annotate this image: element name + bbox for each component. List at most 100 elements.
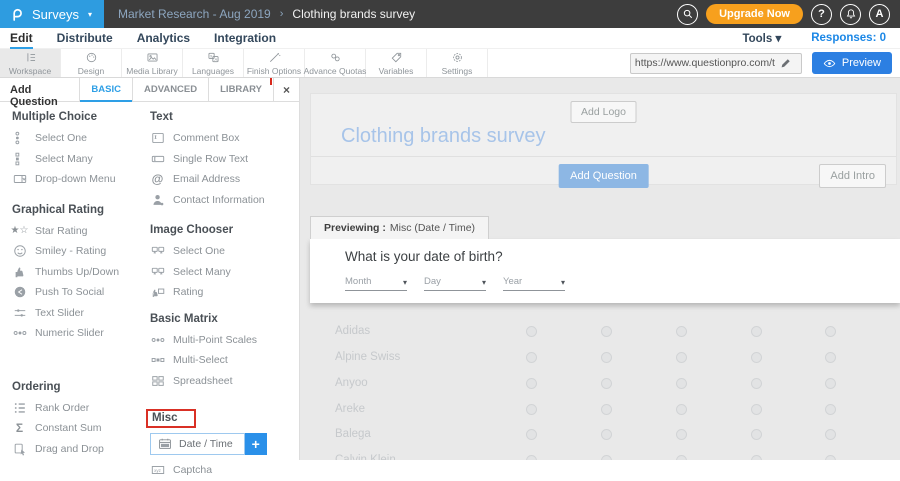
matrix-radio[interactable] bbox=[825, 352, 836, 363]
qtype-drag-and-drop[interactable]: Drag and Drop bbox=[12, 439, 150, 460]
notifications-button[interactable] bbox=[840, 4, 861, 25]
qtype-image-select-one[interactable]: Select One bbox=[150, 241, 298, 262]
app-logo-surveys-menu[interactable]: Surveys ▾ bbox=[0, 0, 104, 28]
day-select[interactable]: Day ▾ bbox=[424, 276, 486, 291]
toolbar-tab-media-library[interactable]: Media Library bbox=[122, 49, 183, 77]
nav-item-distribute[interactable]: Distribute bbox=[57, 31, 113, 45]
survey-title[interactable]: Clothing brands survey bbox=[341, 125, 546, 148]
matrix-radio[interactable] bbox=[526, 455, 537, 460]
matrix-radio[interactable] bbox=[751, 429, 762, 440]
nav-item-integration[interactable]: Integration bbox=[214, 31, 276, 45]
tab-advanced[interactable]: ADVANCED bbox=[132, 78, 208, 101]
chevron-down-icon: ▾ bbox=[482, 278, 486, 287]
tab-library[interactable]: LIBRARY bbox=[208, 78, 273, 101]
toolbar-tab-workspace[interactable]: Workspace bbox=[0, 49, 61, 77]
matrix-radio[interactable] bbox=[601, 378, 612, 389]
add-intro-button[interactable]: Add Intro bbox=[819, 164, 886, 188]
qtype-captcha[interactable]: xyz Captcha bbox=[150, 460, 298, 481]
year-select[interactable]: Year ▾ bbox=[503, 276, 565, 291]
svg-text:xyz: xyz bbox=[154, 468, 162, 473]
matrix-radio[interactable] bbox=[676, 404, 687, 415]
add-date-time-question-button[interactable]: + bbox=[245, 433, 267, 455]
date-selects: Month ▾ Day ▾ Year ▾ bbox=[345, 276, 565, 291]
matrix-radio[interactable] bbox=[526, 352, 537, 363]
matrix-radio[interactable] bbox=[751, 326, 762, 337]
avatar[interactable]: A bbox=[869, 4, 890, 25]
top-bar: Surveys ▾ Market Research - Aug 2019 › C… bbox=[0, 0, 900, 28]
matrix-radio[interactable] bbox=[751, 404, 762, 415]
toolbar-tab-design[interactable]: Design bbox=[61, 49, 122, 77]
matrix-radio[interactable] bbox=[526, 378, 537, 389]
qtype-smiley-rating[interactable]: Smiley - Rating bbox=[12, 241, 150, 262]
qtype-numeric-slider[interactable]: Numeric Slider bbox=[12, 323, 150, 344]
month-select[interactable]: Month ▾ bbox=[345, 276, 407, 291]
survey-url-input[interactable] bbox=[631, 57, 779, 69]
qtype-star-rating[interactable]: ★☆ Star Rating bbox=[12, 221, 150, 242]
add-logo-button[interactable]: Add Logo bbox=[570, 101, 637, 123]
qtype-image-rating[interactable]: Rating bbox=[150, 282, 298, 303]
tools-menu[interactable]: Tools ▾ bbox=[742, 31, 781, 45]
qtype-comment-box[interactable]: Comment Box bbox=[150, 128, 298, 149]
matrix-radio[interactable] bbox=[825, 404, 836, 415]
add-question-button[interactable]: Add Question bbox=[558, 164, 649, 188]
qtype-push-to-social[interactable]: Push To Social bbox=[12, 282, 150, 303]
toolbar-tab-finish-options[interactable]: Finish Options bbox=[244, 49, 305, 77]
help-button[interactable]: ? bbox=[811, 4, 832, 25]
preview-button[interactable]: Preview bbox=[812, 52, 892, 74]
matrix-radio[interactable] bbox=[676, 326, 687, 337]
matrix-radio[interactable] bbox=[825, 455, 836, 460]
search-button[interactable] bbox=[677, 4, 698, 25]
matrix-radio[interactable] bbox=[676, 352, 687, 363]
matrix-radio[interactable] bbox=[751, 455, 762, 460]
qtype-single-row-text[interactable]: Single Row Text bbox=[150, 149, 298, 170]
matrix-radio[interactable] bbox=[825, 326, 836, 337]
responses-count[interactable]: Responses: 0 bbox=[811, 32, 886, 44]
matrix-radio[interactable] bbox=[751, 378, 762, 389]
matrix-radio[interactable] bbox=[526, 429, 537, 440]
matrix-radio[interactable] bbox=[526, 404, 537, 415]
nav-item-edit[interactable]: Edit bbox=[10, 31, 33, 45]
breadcrumb-parent[interactable]: Market Research - Aug 2019 bbox=[118, 7, 271, 21]
qtype-spreadsheet[interactable]: Spreadsheet bbox=[150, 371, 298, 392]
qtype-contact-information[interactable]: Contact Information bbox=[150, 190, 298, 211]
toolbar-tab-settings[interactable]: Settings bbox=[427, 49, 488, 77]
matrix-radio[interactable] bbox=[601, 326, 612, 337]
qtype-text-slider[interactable]: Text Slider bbox=[12, 303, 150, 324]
qtype-image-select-many[interactable]: Select Many bbox=[150, 262, 298, 283]
nav-item-analytics[interactable]: Analytics bbox=[137, 31, 190, 45]
matrix-radio[interactable] bbox=[676, 378, 687, 389]
qtype-dropdown-menu[interactable]: Drop-down Menu bbox=[12, 169, 150, 190]
matrix-radio[interactable] bbox=[825, 378, 836, 389]
qtype-email-address[interactable]: @ Email Address bbox=[150, 169, 298, 190]
qtype-constant-sum[interactable]: Σ Constant Sum bbox=[12, 418, 150, 439]
matrix-row: Anyoo bbox=[310, 370, 900, 396]
qtype-rank-order[interactable]: Rank Order bbox=[12, 398, 150, 419]
matrix-radio[interactable] bbox=[676, 429, 687, 440]
grid-icon bbox=[150, 374, 165, 388]
qtype-date-time[interactable]: Date / Time bbox=[150, 433, 245, 455]
toolbar-tab-languages[interactable]: Ax Languages bbox=[183, 49, 244, 77]
thumb-icon bbox=[12, 265, 27, 279]
matrix-radio[interactable] bbox=[601, 455, 612, 460]
qtype-multi-select[interactable]: Multi-Select bbox=[150, 350, 298, 371]
edit-url-pencil-icon[interactable] bbox=[779, 57, 792, 70]
survey-canvas: Add Logo Clothing brands survey Add Ques… bbox=[300, 78, 900, 460]
tab-basic[interactable]: BASIC bbox=[79, 78, 132, 101]
matrix-radio[interactable] bbox=[751, 352, 762, 363]
matrix-radio[interactable] bbox=[601, 429, 612, 440]
matrix-radio[interactable] bbox=[601, 404, 612, 415]
qtype-select-many[interactable]: Select Many bbox=[12, 149, 150, 170]
qtype-select-one[interactable]: Select One bbox=[12, 128, 150, 149]
matrix-radio[interactable] bbox=[825, 429, 836, 440]
qtype-multi-point-scales[interactable]: Multi-Point Scales bbox=[150, 330, 298, 351]
share-icon bbox=[12, 285, 27, 299]
matrix-radio[interactable] bbox=[601, 352, 612, 363]
breadcrumb-separator-icon: › bbox=[280, 8, 284, 20]
qtype-thumbs-up-down[interactable]: Thumbs Up/Down bbox=[12, 262, 150, 283]
toolbar-tab-variables[interactable]: Variables bbox=[366, 49, 427, 77]
matrix-radio[interactable] bbox=[676, 455, 687, 460]
matrix-radio[interactable] bbox=[526, 326, 537, 337]
close-panel-button[interactable]: × bbox=[273, 78, 299, 101]
upgrade-now-button[interactable]: Upgrade Now bbox=[706, 4, 803, 24]
toolbar-tab-advance-quotas[interactable]: Advance Quotas bbox=[305, 49, 366, 77]
